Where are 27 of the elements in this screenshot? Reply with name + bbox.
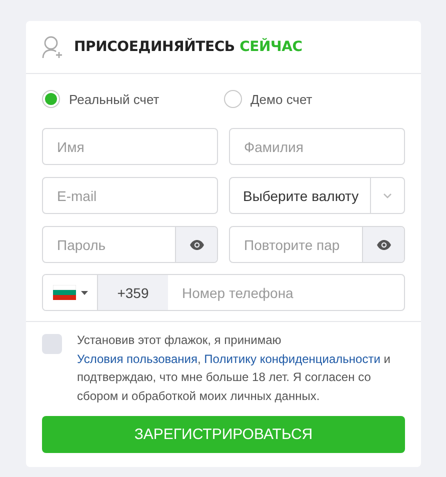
phone-group[interactable]: +359 Номер телефона (42, 274, 405, 311)
show-password-button[interactable] (362, 227, 404, 262)
password-field[interactable]: Пароль (43, 227, 175, 262)
add-user-icon (42, 35, 64, 59)
phone-field[interactable]: Номер телефона (168, 275, 404, 310)
consent-text: Установив этот флажок, я принимаю Условия пользования, Политику конфиденциальности и подтверждаю, что мне больше 18 лет. Я согласен со сбором и обработкой моих личных данных. (77, 332, 392, 404)
password-field[interactable]: Повторите пар (230, 227, 362, 262)
terms-link[interactable]: Условия пользования (77, 352, 198, 366)
caret-down-icon (81, 290, 88, 294)
chevron-down-icon (383, 192, 392, 198)
text-field[interactable]: Фамилия (229, 128, 405, 165)
eye-icon (376, 240, 390, 250)
form-heading: ПРИСОЕДИНЯЙТЕСЬ СЕЙЧАС (74, 39, 302, 55)
account-type-radio[interactable]: Реальный счет (42, 90, 224, 108)
password-group[interactable]: Пароль (42, 226, 218, 263)
dial-code: +359 (98, 275, 168, 310)
country-dropdown[interactable] (43, 275, 98, 310)
password-group[interactable]: Повторите пар (229, 226, 405, 263)
consent-checkbox[interactable] (42, 334, 62, 354)
currency-select[interactable]: Выберите валюту (229, 177, 405, 214)
text-field[interactable]: Имя (42, 128, 218, 165)
eye-icon (190, 240, 204, 250)
flag-icon (53, 285, 76, 300)
show-password-button[interactable] (175, 227, 217, 262)
text-field[interactable]: E-mail (42, 177, 218, 214)
terms-link[interactable]: Политику конфиденциальности (204, 352, 380, 366)
account-type-radio[interactable]: Демо счет (224, 90, 405, 108)
